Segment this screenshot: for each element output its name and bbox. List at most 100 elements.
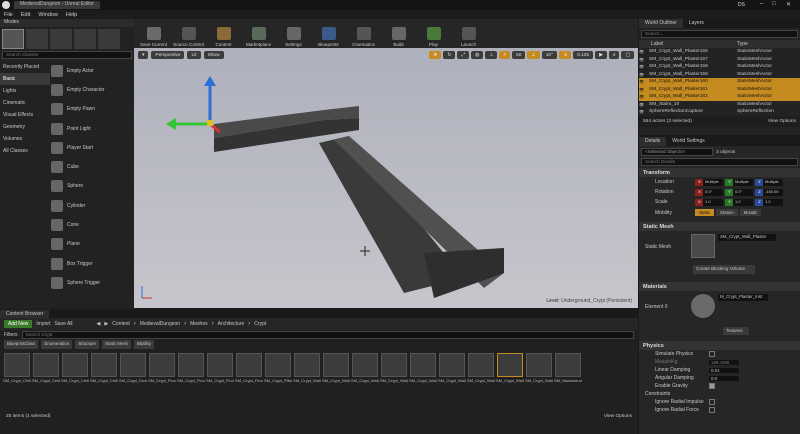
ignore-radial-force-checkbox[interactable] [709,407,715,413]
surface-snap-icon[interactable]: ⊥ [485,51,498,59]
visibility-eye-icon[interactable]: 👁 [639,64,649,69]
filters-button[interactable]: Filters [4,332,18,338]
geometry-mode-icon[interactable] [98,29,120,49]
asset-tile[interactable]: SM_Crypt_Wall_Decorative_B [351,353,379,413]
outliner-row[interactable]: 👁 SM_Crypt_Wall_Plaster157 StaticMeshActor [639,56,800,64]
selected-objects-input[interactable]: <Selected Objects> [641,148,713,156]
perspective-button[interactable]: Perspective [151,51,185,59]
breadcrumb-4[interactable]: Crypt [254,321,266,327]
category-geometry[interactable]: Geometry [0,121,50,133]
asset-tile[interactable]: SM_Crypt_Ceiling_Half [61,353,89,413]
content-search-input[interactable]: Search Crypt [21,331,634,339]
modes-tab[interactable]: Modes [0,19,134,27]
visibility-eye-icon[interactable]: 👁 [639,94,649,99]
asset-tile[interactable]: SM_Crypt_Stair_Side [525,353,553,413]
play-button[interactable]: Play [416,21,451,48]
create-blocking-volume-button[interactable]: Create Blocking Volume [693,265,755,274]
marketplace-button[interactable]: Marketplace [241,21,276,48]
breadcrumb-2[interactable]: Meshes [190,321,208,327]
outliner-view-options[interactable]: View Options [768,119,796,124]
angular-damping-field[interactable]: 0.0 [709,375,739,381]
outliner-row[interactable]: 👁 SM_Crypt_Wall_Plaster160 StaticMeshActor [639,78,800,86]
enable-gravity-checkbox[interactable] [709,383,715,389]
world-icon[interactable]: ◍ [471,51,484,59]
place-item[interactable]: Point Light [51,119,131,138]
textures-dropdown[interactable]: Textures [723,327,749,335]
menu-file[interactable]: File [4,12,13,18]
location-z-field[interactable]: Multiple [763,178,783,186]
linear-damping-field[interactable]: 0.01 [709,367,739,373]
tab-details[interactable]: Details [639,137,667,146]
search-details-input[interactable]: Search Details [641,158,798,166]
scale-snap-value[interactable]: 0.125 [573,51,594,59]
camera-speed-value[interactable]: 4 [608,51,620,59]
outliner-row[interactable]: 👁 SM_Crypt_Wall_Plaster158 StaticMeshActor [639,63,800,71]
outliner-row[interactable]: 👁 SM_Crypt_Wall_Plaster156 StaticMeshActor [639,48,800,56]
place-item[interactable]: Cube [51,157,131,176]
place-item[interactable]: Player Start [51,138,131,157]
menu-window[interactable]: Window [38,12,58,18]
launch-button[interactable]: Launch [451,21,486,48]
outliner-row[interactable]: 👁 SphereReflectionCapture SphereReflection [639,108,800,116]
asset-tile[interactable]: SM_Crypt_Ceiling_Half_B [90,353,118,413]
place-item[interactable]: Plane [51,235,131,254]
outliner-row[interactable]: 👁 SM_Crypt_Wall_Plaster162 StaticMeshActor [639,93,800,101]
visibility-eye-icon[interactable]: 👁 [639,57,649,62]
ignore-radial-impulse-checkbox[interactable] [709,399,715,405]
asset-tile[interactable]: SM_Crypt_Ceiling [3,353,31,413]
outliner-row[interactable]: 👁 SM_Stairs_10 StaticMeshActor [639,101,800,109]
asset-tile[interactable]: SM_Crypt_Pillar [264,353,292,413]
col-type[interactable]: Type [737,41,748,47]
place-item[interactable]: Sphere Trigger [51,273,131,292]
minimize-icon[interactable]: – [760,1,763,7]
constraints-row[interactable]: Constraints [639,390,800,398]
maximize-icon[interactable]: □ [772,1,776,7]
place-item[interactable]: Cone [51,215,131,234]
mobility-stationary[interactable]: Station [715,209,738,216]
place-item[interactable]: Empty Pawn [51,100,131,119]
add-new-button[interactable]: Add New [4,320,33,328]
gizmo-center[interactable] [207,120,213,126]
location-x-field[interactable]: Multiple [703,178,723,186]
asset-tile[interactable]: SM_Crypt_Floor_Corner_End_A [206,353,234,413]
show-button[interactable]: Show [203,51,224,59]
save-current-button[interactable]: Save Current [136,21,171,48]
viewport-options-button[interactable]: ▾ [138,51,149,59]
asset-tile[interactable]: SM_Mausoleum [554,353,582,413]
breadcrumb-0[interactable]: Content [112,321,130,327]
history-back-icon[interactable]: ◀ [97,321,101,327]
asset-tile[interactable]: SM_Crypt_Wall_Floor_Trim [438,353,466,413]
material-sphere-thumbnail[interactable] [691,294,715,318]
category-all-classes[interactable]: All Classes [0,145,50,157]
tab-layers[interactable]: Layers [683,19,710,28]
outliner-row[interactable]: 👁 SM_Crypt_Wall_Plaster159 StaticMeshActor [639,71,800,79]
visibility-eye-icon[interactable]: 👁 [639,102,649,107]
content-button[interactable]: Content [206,21,241,48]
asset-tile[interactable]: SM_Crypt_Wall [293,353,321,413]
breadcrumb-1[interactable]: MedievalDungeon [140,321,180,327]
place-item[interactable]: Empty Character [51,80,131,99]
maximize-viewport-icon[interactable]: ▢ [621,51,634,59]
mass-field[interactable]: 189.4298 [709,359,739,365]
scale-z-field[interactable]: 1.0 [763,198,783,206]
materials-section[interactable]: Materials [639,282,800,291]
scale-x-field[interactable]: 1.0 [703,198,723,206]
rotate-icon[interactable]: ↻ [443,51,456,59]
menu-help[interactable]: Help [66,12,77,18]
rotation-snap-icon[interactable]: ∠ [527,51,540,59]
rotation-snap-value[interactable]: 10° [541,51,558,59]
mobility-movable[interactable]: Movab [739,209,761,216]
menu-edit[interactable]: Edit [21,12,30,18]
foliage-mode-icon[interactable] [74,29,96,49]
asset-tile[interactable]: SM_Crypt_Wall_Plaster [496,353,524,413]
class-search-input[interactable]: Search Classes [2,51,132,59]
rotation-y-field[interactable]: 0.0° [733,188,753,196]
chip-static-mesh[interactable]: Static Mesh [102,340,131,349]
mesh-thumbnail[interactable] [691,234,715,258]
category-volumes[interactable]: Volumes [0,133,50,145]
chip-structure[interactable]: Structure [75,340,100,349]
asset-tile[interactable]: SM_Crypt_Wall_Decorative_C [380,353,408,413]
visibility-eye-icon[interactable]: 👁 [639,87,649,92]
asset-tile[interactable]: SM_Crypt_Doorway [119,353,147,413]
camera-speed-icon[interactable]: ▶ [595,51,607,59]
